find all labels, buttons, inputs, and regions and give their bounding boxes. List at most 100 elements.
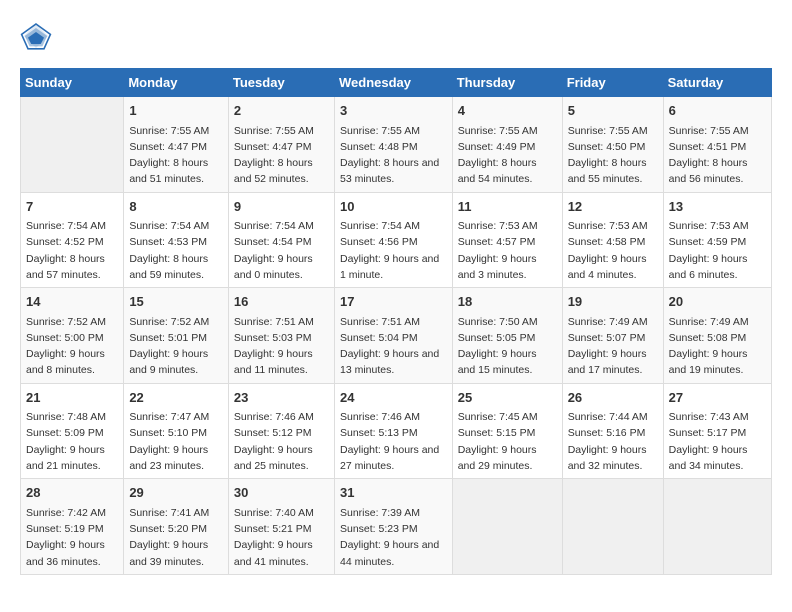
weekday-header-tuesday: Tuesday	[228, 69, 334, 97]
day-info: Sunrise: 7:49 AMSunset: 5:08 PMDaylight:…	[669, 314, 766, 379]
day-number: 19	[568, 292, 658, 312]
calendar-cell: 15Sunrise: 7:52 AMSunset: 5:01 PMDayligh…	[124, 288, 229, 384]
day-number: 14	[26, 292, 118, 312]
day-info: Sunrise: 7:51 AMSunset: 5:04 PMDaylight:…	[340, 314, 447, 379]
day-number: 17	[340, 292, 447, 312]
day-info: Sunrise: 7:53 AMSunset: 4:58 PMDaylight:…	[568, 218, 658, 283]
calendar-week-row: 7Sunrise: 7:54 AMSunset: 4:52 PMDaylight…	[21, 192, 772, 288]
day-info: Sunrise: 7:54 AMSunset: 4:54 PMDaylight:…	[234, 218, 329, 283]
calendar-cell: 30Sunrise: 7:40 AMSunset: 5:21 PMDayligh…	[228, 479, 334, 575]
day-info: Sunrise: 7:40 AMSunset: 5:21 PMDaylight:…	[234, 505, 329, 570]
day-number: 9	[234, 197, 329, 217]
calendar-cell: 23Sunrise: 7:46 AMSunset: 5:12 PMDayligh…	[228, 383, 334, 479]
day-info: Sunrise: 7:53 AMSunset: 4:57 PMDaylight:…	[458, 218, 557, 283]
day-number: 8	[129, 197, 223, 217]
calendar-cell: 17Sunrise: 7:51 AMSunset: 5:04 PMDayligh…	[334, 288, 452, 384]
day-info: Sunrise: 7:55 AMSunset: 4:49 PMDaylight:…	[458, 123, 557, 188]
weekday-header-friday: Friday	[562, 69, 663, 97]
day-info: Sunrise: 7:43 AMSunset: 5:17 PMDaylight:…	[669, 409, 766, 474]
calendar-cell: 13Sunrise: 7:53 AMSunset: 4:59 PMDayligh…	[663, 192, 771, 288]
calendar-cell: 29Sunrise: 7:41 AMSunset: 5:20 PMDayligh…	[124, 479, 229, 575]
day-number: 1	[129, 101, 223, 121]
day-info: Sunrise: 7:53 AMSunset: 4:59 PMDaylight:…	[669, 218, 766, 283]
day-info: Sunrise: 7:50 AMSunset: 5:05 PMDaylight:…	[458, 314, 557, 379]
calendar-week-row: 21Sunrise: 7:48 AMSunset: 5:09 PMDayligh…	[21, 383, 772, 479]
calendar-cell: 16Sunrise: 7:51 AMSunset: 5:03 PMDayligh…	[228, 288, 334, 384]
calendar-cell: 18Sunrise: 7:50 AMSunset: 5:05 PMDayligh…	[452, 288, 562, 384]
calendar-cell	[562, 479, 663, 575]
day-info: Sunrise: 7:55 AMSunset: 4:48 PMDaylight:…	[340, 123, 447, 188]
day-number: 26	[568, 388, 658, 408]
calendar-cell	[663, 479, 771, 575]
day-number: 13	[669, 197, 766, 217]
calendar-table: SundayMondayTuesdayWednesdayThursdayFrid…	[20, 68, 772, 575]
day-number: 11	[458, 197, 557, 217]
calendar-cell: 31Sunrise: 7:39 AMSunset: 5:23 PMDayligh…	[334, 479, 452, 575]
calendar-cell: 7Sunrise: 7:54 AMSunset: 4:52 PMDaylight…	[21, 192, 124, 288]
calendar-cell: 6Sunrise: 7:55 AMSunset: 4:51 PMDaylight…	[663, 97, 771, 193]
day-info: Sunrise: 7:42 AMSunset: 5:19 PMDaylight:…	[26, 505, 118, 570]
weekday-header-wednesday: Wednesday	[334, 69, 452, 97]
day-info: Sunrise: 7:54 AMSunset: 4:56 PMDaylight:…	[340, 218, 447, 283]
day-number: 12	[568, 197, 658, 217]
day-info: Sunrise: 7:46 AMSunset: 5:12 PMDaylight:…	[234, 409, 329, 474]
day-info: Sunrise: 7:45 AMSunset: 5:15 PMDaylight:…	[458, 409, 557, 474]
day-number: 24	[340, 388, 447, 408]
day-number: 15	[129, 292, 223, 312]
calendar-cell: 8Sunrise: 7:54 AMSunset: 4:53 PMDaylight…	[124, 192, 229, 288]
calendar-week-row: 1Sunrise: 7:55 AMSunset: 4:47 PMDaylight…	[21, 97, 772, 193]
day-info: Sunrise: 7:39 AMSunset: 5:23 PMDaylight:…	[340, 505, 447, 570]
day-number: 4	[458, 101, 557, 121]
logo	[20, 20, 56, 52]
calendar-cell: 1Sunrise: 7:55 AMSunset: 4:47 PMDaylight…	[124, 97, 229, 193]
day-info: Sunrise: 7:52 AMSunset: 5:00 PMDaylight:…	[26, 314, 118, 379]
day-number: 28	[26, 483, 118, 503]
day-number: 20	[669, 292, 766, 312]
day-number: 10	[340, 197, 447, 217]
page-header	[20, 20, 772, 52]
weekday-header-monday: Monday	[124, 69, 229, 97]
day-number: 21	[26, 388, 118, 408]
day-info: Sunrise: 7:46 AMSunset: 5:13 PMDaylight:…	[340, 409, 447, 474]
calendar-week-row: 28Sunrise: 7:42 AMSunset: 5:19 PMDayligh…	[21, 479, 772, 575]
calendar-cell: 9Sunrise: 7:54 AMSunset: 4:54 PMDaylight…	[228, 192, 334, 288]
day-number: 3	[340, 101, 447, 121]
day-info: Sunrise: 7:55 AMSunset: 4:47 PMDaylight:…	[129, 123, 223, 188]
calendar-cell: 2Sunrise: 7:55 AMSunset: 4:47 PMDaylight…	[228, 97, 334, 193]
day-number: 2	[234, 101, 329, 121]
day-number: 31	[340, 483, 447, 503]
calendar-cell: 21Sunrise: 7:48 AMSunset: 5:09 PMDayligh…	[21, 383, 124, 479]
calendar-cell: 20Sunrise: 7:49 AMSunset: 5:08 PMDayligh…	[663, 288, 771, 384]
calendar-cell: 22Sunrise: 7:47 AMSunset: 5:10 PMDayligh…	[124, 383, 229, 479]
day-number: 23	[234, 388, 329, 408]
day-info: Sunrise: 7:51 AMSunset: 5:03 PMDaylight:…	[234, 314, 329, 379]
day-number: 22	[129, 388, 223, 408]
calendar-cell: 5Sunrise: 7:55 AMSunset: 4:50 PMDaylight…	[562, 97, 663, 193]
calendar-cell: 25Sunrise: 7:45 AMSunset: 5:15 PMDayligh…	[452, 383, 562, 479]
day-info: Sunrise: 7:55 AMSunset: 4:47 PMDaylight:…	[234, 123, 329, 188]
calendar-cell: 26Sunrise: 7:44 AMSunset: 5:16 PMDayligh…	[562, 383, 663, 479]
calendar-cell	[21, 97, 124, 193]
day-info: Sunrise: 7:48 AMSunset: 5:09 PMDaylight:…	[26, 409, 118, 474]
weekday-header-sunday: Sunday	[21, 69, 124, 97]
logo-icon	[20, 20, 52, 52]
day-number: 7	[26, 197, 118, 217]
calendar-cell: 4Sunrise: 7:55 AMSunset: 4:49 PMDaylight…	[452, 97, 562, 193]
day-number: 18	[458, 292, 557, 312]
day-info: Sunrise: 7:49 AMSunset: 5:07 PMDaylight:…	[568, 314, 658, 379]
day-info: Sunrise: 7:54 AMSunset: 4:53 PMDaylight:…	[129, 218, 223, 283]
calendar-cell: 3Sunrise: 7:55 AMSunset: 4:48 PMDaylight…	[334, 97, 452, 193]
weekday-header-saturday: Saturday	[663, 69, 771, 97]
day-number: 5	[568, 101, 658, 121]
calendar-cell: 24Sunrise: 7:46 AMSunset: 5:13 PMDayligh…	[334, 383, 452, 479]
day-number: 16	[234, 292, 329, 312]
day-number: 6	[669, 101, 766, 121]
weekday-header-row: SundayMondayTuesdayWednesdayThursdayFrid…	[21, 69, 772, 97]
calendar-cell: 12Sunrise: 7:53 AMSunset: 4:58 PMDayligh…	[562, 192, 663, 288]
day-info: Sunrise: 7:54 AMSunset: 4:52 PMDaylight:…	[26, 218, 118, 283]
day-number: 25	[458, 388, 557, 408]
day-info: Sunrise: 7:44 AMSunset: 5:16 PMDaylight:…	[568, 409, 658, 474]
calendar-cell: 27Sunrise: 7:43 AMSunset: 5:17 PMDayligh…	[663, 383, 771, 479]
calendar-cell: 28Sunrise: 7:42 AMSunset: 5:19 PMDayligh…	[21, 479, 124, 575]
day-info: Sunrise: 7:41 AMSunset: 5:20 PMDaylight:…	[129, 505, 223, 570]
